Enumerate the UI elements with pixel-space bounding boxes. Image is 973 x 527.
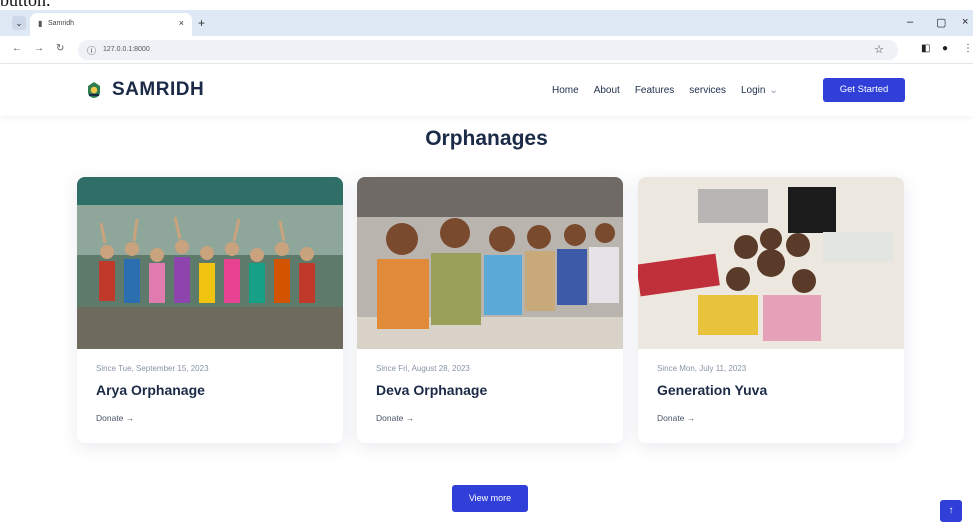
favicon-icon: ▮ (38, 19, 43, 28)
browser-tab[interactable]: ▮ Samridh × (30, 13, 192, 36)
orphanage-photo-arya (77, 177, 343, 349)
nav-services[interactable]: services (689, 85, 726, 96)
orphanage-name: Deva Orphanage (376, 382, 488, 398)
menu-kebab-icon[interactable]: ⋮ (963, 43, 973, 54)
page-caption-fragment: button. (0, 0, 973, 10)
site-header: SAMRIDH Home About Features services Log… (0, 64, 973, 116)
browser-toolbar: ← → ↻ ⓘ 127.0.0.1:8000 ☆ ◧ ● ⋮ (0, 36, 973, 64)
browser-tab-bar: ⌄ ▮ Samridh × + – ▢ × (0, 10, 973, 36)
view-more-button[interactable]: View more (452, 485, 528, 512)
sidepanel-icon[interactable]: ◧ (921, 43, 930, 54)
tab-title: Samridh (48, 20, 75, 27)
donate-link[interactable]: Donate → (376, 413, 414, 423)
new-tab-icon[interactable]: + (198, 16, 205, 30)
nav-login[interactable]: Login ⌄ (741, 85, 778, 96)
url-text: 127.0.0.1:8000 (103, 46, 150, 53)
orphanage-photo-deva (357, 177, 623, 349)
get-started-button[interactable]: Get Started (823, 78, 905, 102)
brand-name: SAMRIDH (112, 79, 205, 100)
nav-login-label: Login (740, 85, 766, 96)
window-close-icon[interactable]: × (962, 16, 968, 28)
nav-features[interactable]: Features (635, 85, 674, 96)
samridh-logo-icon (88, 82, 100, 98)
bookmark-star-icon[interactable]: ☆ (874, 43, 884, 56)
nav-about[interactable]: About (594, 85, 620, 96)
orphanage-card: Since Fri, August 28, 2023 Deva Orphanag… (357, 177, 623, 443)
reload-icon[interactable]: ↻ (56, 43, 64, 54)
main-nav: Home About Features services Login ⌄ (552, 85, 793, 96)
chevron-down-icon: ⌄ (769, 85, 778, 96)
section-title: Orphanages (425, 127, 548, 150)
orphanage-card: Since Mon, July 11, 2023 Generation Yuva… (638, 177, 904, 443)
orphanage-name: Arya Orphanage (96, 382, 205, 398)
brand-logo-link[interactable]: SAMRIDH (86, 79, 204, 101)
nav-home[interactable]: Home (552, 85, 579, 96)
donate-link[interactable]: Donate → (96, 413, 134, 423)
since-date: Since Mon, July 11, 2023 (657, 364, 747, 373)
back-icon[interactable]: ← (12, 43, 22, 54)
since-date: Since Tue, September 15, 2023 (96, 364, 209, 373)
profile-icon[interactable]: ● (942, 43, 948, 54)
restore-icon[interactable]: ▢ (936, 16, 946, 29)
since-date: Since Fri, August 28, 2023 (376, 364, 470, 373)
back-to-top-icon[interactable]: ↑ (940, 500, 962, 522)
donate-link[interactable]: Donate → (657, 413, 695, 423)
address-bar[interactable]: ⓘ 127.0.0.1:8000 ☆ (78, 40, 898, 60)
orphanage-name: Generation Yuva (657, 382, 768, 398)
tab-search-icon[interactable]: ⌄ (12, 16, 26, 30)
orphanage-photo-generation-yuva (638, 177, 904, 349)
orphanage-card: Since Tue, September 15, 2023 Arya Orpha… (77, 177, 343, 443)
site-info-icon[interactable]: ⓘ (87, 44, 96, 57)
tab-close-icon[interactable]: × (179, 18, 184, 28)
minimize-icon[interactable]: – (907, 16, 913, 28)
forward-icon[interactable]: → (34, 43, 44, 54)
